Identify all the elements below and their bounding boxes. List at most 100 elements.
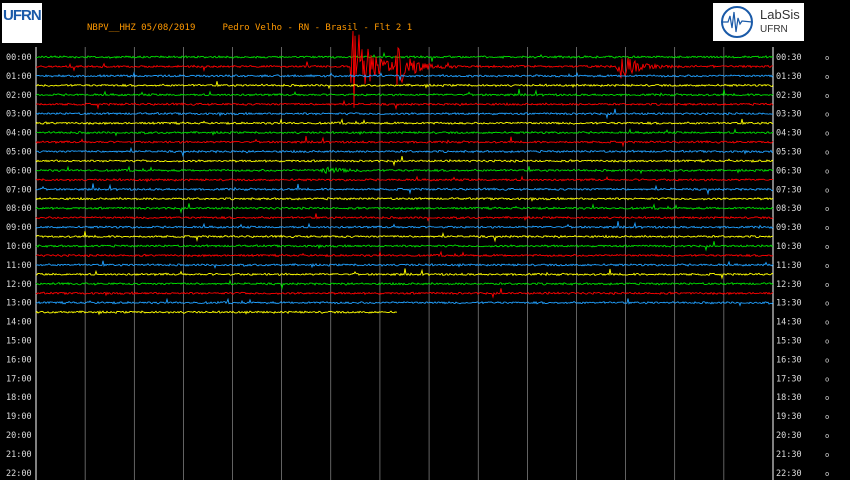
left-time-label: 15:00 [6, 337, 32, 347]
left-time-label: 16:00 [6, 355, 32, 365]
right-marker: o [825, 243, 829, 251]
right-marker: o [825, 432, 829, 440]
right-marker: o [825, 54, 829, 62]
right-marker: o [825, 375, 829, 383]
left-time-label: 13:00 [6, 299, 32, 309]
seismic-trace [35, 51, 774, 62]
left-time-label: 04:00 [6, 129, 32, 139]
left-time-label: 00:00 [6, 53, 32, 63]
seismic-trace [35, 175, 774, 183]
right-marker: o [825, 394, 829, 402]
ufrn-logo-text: UFRN [3, 7, 42, 24]
right-marker: o [825, 413, 829, 421]
right-marker: o [825, 186, 829, 194]
left-time-label: 08:00 [6, 204, 32, 214]
seismic-trace [35, 99, 774, 111]
seismic-trace [35, 165, 774, 175]
right-marker: o [825, 356, 829, 364]
right-time-label: 17:30 [776, 374, 802, 384]
seismic-trace [35, 279, 774, 290]
left-time-label: 11:00 [6, 261, 32, 271]
seismic-trace [35, 108, 773, 120]
seismic-trace [35, 288, 774, 299]
left-time-label: 17:00 [6, 374, 32, 384]
right-time-label: 02:30 [776, 91, 802, 101]
seismic-trace [35, 128, 773, 137]
seismic-trace [35, 88, 774, 97]
chart-title: NBPV__HHZ 05/08/2019 Pedro Velho - RN - … [87, 23, 412, 33]
right-time-label: 15:30 [776, 337, 802, 347]
right-marker: o [825, 130, 829, 138]
left-time-label: 19:00 [6, 412, 32, 422]
right-time-label: 11:30 [776, 261, 802, 271]
right-time-label: 16:30 [776, 355, 802, 365]
left-time-label: 05:00 [6, 148, 32, 158]
right-time-label: 12:30 [776, 280, 802, 290]
seismic-trace [35, 156, 774, 167]
left-time-label: 01:00 [6, 72, 32, 82]
labsis-logo: LabSis UFRN [713, 3, 804, 41]
right-time-label: 01:30 [776, 72, 802, 82]
right-time-label: 14:30 [776, 318, 802, 328]
seismograph-icon [721, 6, 753, 38]
location-label: Pedro Velho - RN - Brasil - Flt 2 1 [222, 23, 413, 33]
right-time-label: 10:30 [776, 242, 802, 252]
right-time-label: 03:30 [776, 110, 802, 120]
right-time-label: 13:30 [776, 299, 802, 309]
left-time-label: 20:00 [6, 431, 32, 441]
seismic-trace [35, 213, 774, 222]
right-marker: o [825, 319, 829, 327]
seismic-trace [35, 146, 774, 158]
seismic-trace [35, 118, 774, 126]
right-time-label: 07:30 [776, 185, 802, 195]
left-time-label: 09:00 [6, 223, 32, 233]
left-time-label: 12:00 [6, 280, 32, 290]
right-time-label: 19:30 [776, 412, 802, 422]
right-time-label: 00:30 [776, 53, 802, 63]
seismic-trace [35, 297, 774, 307]
right-marker: o [825, 224, 829, 232]
seismic-trace [35, 268, 774, 280]
right-time-label: 09:30 [776, 223, 802, 233]
station-label: NBPV__HHZ 05/08/2019 [87, 23, 196, 33]
seismic-trace [35, 250, 774, 258]
left-time-label: 07:00 [6, 185, 32, 195]
left-time-label: 14:00 [6, 318, 32, 328]
right-time-label: 21:30 [776, 450, 802, 460]
right-time-label: 04:30 [776, 129, 802, 139]
right-marker: o [825, 149, 829, 157]
left-time-label: 10:00 [6, 242, 32, 252]
right-time-label: 05:30 [776, 148, 802, 158]
right-marker: o [825, 205, 829, 213]
seismic-trace [35, 260, 774, 269]
right-marker: o [825, 338, 829, 346]
labsis-subtitle: UFRN [760, 24, 788, 35]
right-marker: o [825, 73, 829, 81]
right-marker: o [825, 262, 829, 270]
seismic-trace [35, 231, 774, 243]
left-time-label: 22:00 [6, 469, 32, 479]
seismic-trace [35, 81, 774, 90]
right-time-label: 08:30 [776, 204, 802, 214]
seismic-trace [35, 241, 774, 252]
right-time-label: 20:30 [776, 431, 802, 441]
right-time-label: 06:30 [776, 166, 802, 176]
right-marker: o [825, 92, 829, 100]
left-time-label: 03:00 [6, 110, 32, 120]
right-marker: o [825, 300, 829, 308]
ufrn-logo: UFRN [2, 3, 42, 43]
right-marker: o [825, 167, 829, 175]
labsis-name: LabSis [760, 7, 800, 22]
left-time-label: 02:00 [6, 91, 32, 101]
left-time-label: 18:00 [6, 393, 32, 403]
seismic-trace [35, 136, 774, 148]
right-marker: o [825, 451, 829, 459]
left-time-label: 21:00 [6, 450, 32, 460]
seismic-trace [35, 310, 398, 316]
seismic-trace [35, 203, 774, 214]
seismic-trace [36, 30, 774, 108]
right-marker: o [825, 281, 829, 289]
right-time-label: 22:30 [776, 469, 802, 479]
seismic-trace [35, 183, 774, 196]
right-time-label: 18:30 [776, 393, 802, 403]
